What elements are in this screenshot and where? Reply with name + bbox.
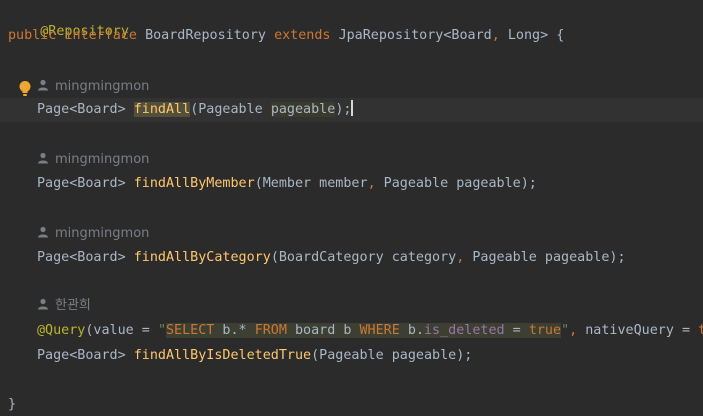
code-line-closing-brace: } [8, 395, 16, 415]
query-annotation: @Query [37, 323, 86, 338]
query-open: (value = [85, 323, 158, 338]
sql-text: board b [286, 323, 360, 338]
author-name: mingmingmon [55, 226, 150, 241]
keyword-public: public [8, 28, 57, 43]
param-pageable: pageable [270, 102, 336, 117]
user-icon [38, 79, 48, 91]
keyword-interface: interface [64, 28, 137, 43]
parent-type: JpaRepository<Board [338, 28, 492, 43]
author-name: mingmingmon [55, 79, 150, 94]
author-hint[interactable]: 한관희 [37, 297, 91, 315]
code-line-query-annotation: @Query(value = "SELECT b.* FROM board b … [37, 321, 703, 341]
params-rest: Pageable pageable); [464, 250, 626, 265]
parent-type-rest: Long> { [499, 28, 565, 43]
string-quote: " [561, 323, 570, 338]
code-editor[interactable]: @Repository public interface BoardReposi… [0, 0, 703, 416]
code-line-findallbyisdeletedtrue: Page<Board> findAllByIsDeletedTrue(Pagea… [37, 346, 472, 366]
method-findall[interactable]: findAll [133, 102, 191, 117]
params-open: (Pageable [190, 102, 271, 117]
params-rest: Pageable pageable); [375, 176, 537, 191]
method-findallbyisdeletedtrue[interactable]: findAllByIsDeletedTrue [134, 348, 311, 363]
code-line-findall: Page<Board> findAll(Pageable pageable); [37, 100, 354, 120]
text-caret [351, 100, 354, 116]
user-icon [38, 298, 48, 310]
sql-keyword-select: SELECT [166, 323, 215, 338]
sql-column: is_deleted [424, 323, 505, 338]
author-hint[interactable]: mingmingmon [37, 225, 149, 243]
author-name: mingmingmon [55, 152, 150, 167]
sql-keyword-from: FROM [254, 323, 287, 338]
string-quote: " [157, 323, 166, 338]
code-line-findallbycategory: Page<Board> findAllByCategory(BoardCateg… [37, 248, 626, 268]
native-query-param: nativeQuery = [577, 323, 699, 338]
code-line-annotation: @Repository [8, 2, 129, 39]
keyword-extends: extends [274, 28, 331, 43]
return-type: Page<Board> [37, 250, 134, 265]
author-name: 한관희 [55, 298, 91, 313]
user-icon [38, 226, 48, 238]
sql-string: SELECT b.* FROM board b WHERE b.is_delet… [166, 323, 562, 338]
sql-keyword-where: WHERE [359, 323, 400, 338]
comma: , [367, 176, 376, 191]
closing-brace: } [8, 397, 17, 412]
interface-name: BoardRepository [145, 28, 266, 43]
method-findallbymember[interactable]: findAllByMember [134, 176, 255, 191]
comma: , [569, 323, 578, 338]
return-type: Page<Board> [37, 176, 134, 191]
sql-keyword-true: true [528, 323, 562, 338]
comma: , [491, 28, 500, 43]
method-findallbycategory[interactable]: findAllByCategory [134, 250, 271, 265]
sql-text: b.* [214, 323, 255, 338]
sql-text: b. [399, 323, 424, 338]
return-type: Page<Board> [37, 102, 134, 117]
params: (BoardCategory category [270, 250, 457, 265]
return-type: Page<Board> [37, 348, 134, 363]
author-hint[interactable]: mingmingmon [37, 78, 149, 96]
code-line-findallbymember: Page<Board> findAllByMember(Member membe… [37, 174, 537, 194]
code-line-interface-decl: public interface BoardRepository extends… [8, 26, 564, 46]
user-icon [38, 152, 48, 164]
author-hint[interactable]: mingmingmon [37, 151, 149, 169]
params: (Pageable pageable); [311, 348, 473, 363]
params: (Member member [254, 176, 368, 191]
sql-text: = [504, 323, 529, 338]
lightbulb-icon[interactable] [18, 80, 32, 98]
native-query-value: true [698, 323, 703, 338]
params-close: ); [335, 102, 352, 117]
